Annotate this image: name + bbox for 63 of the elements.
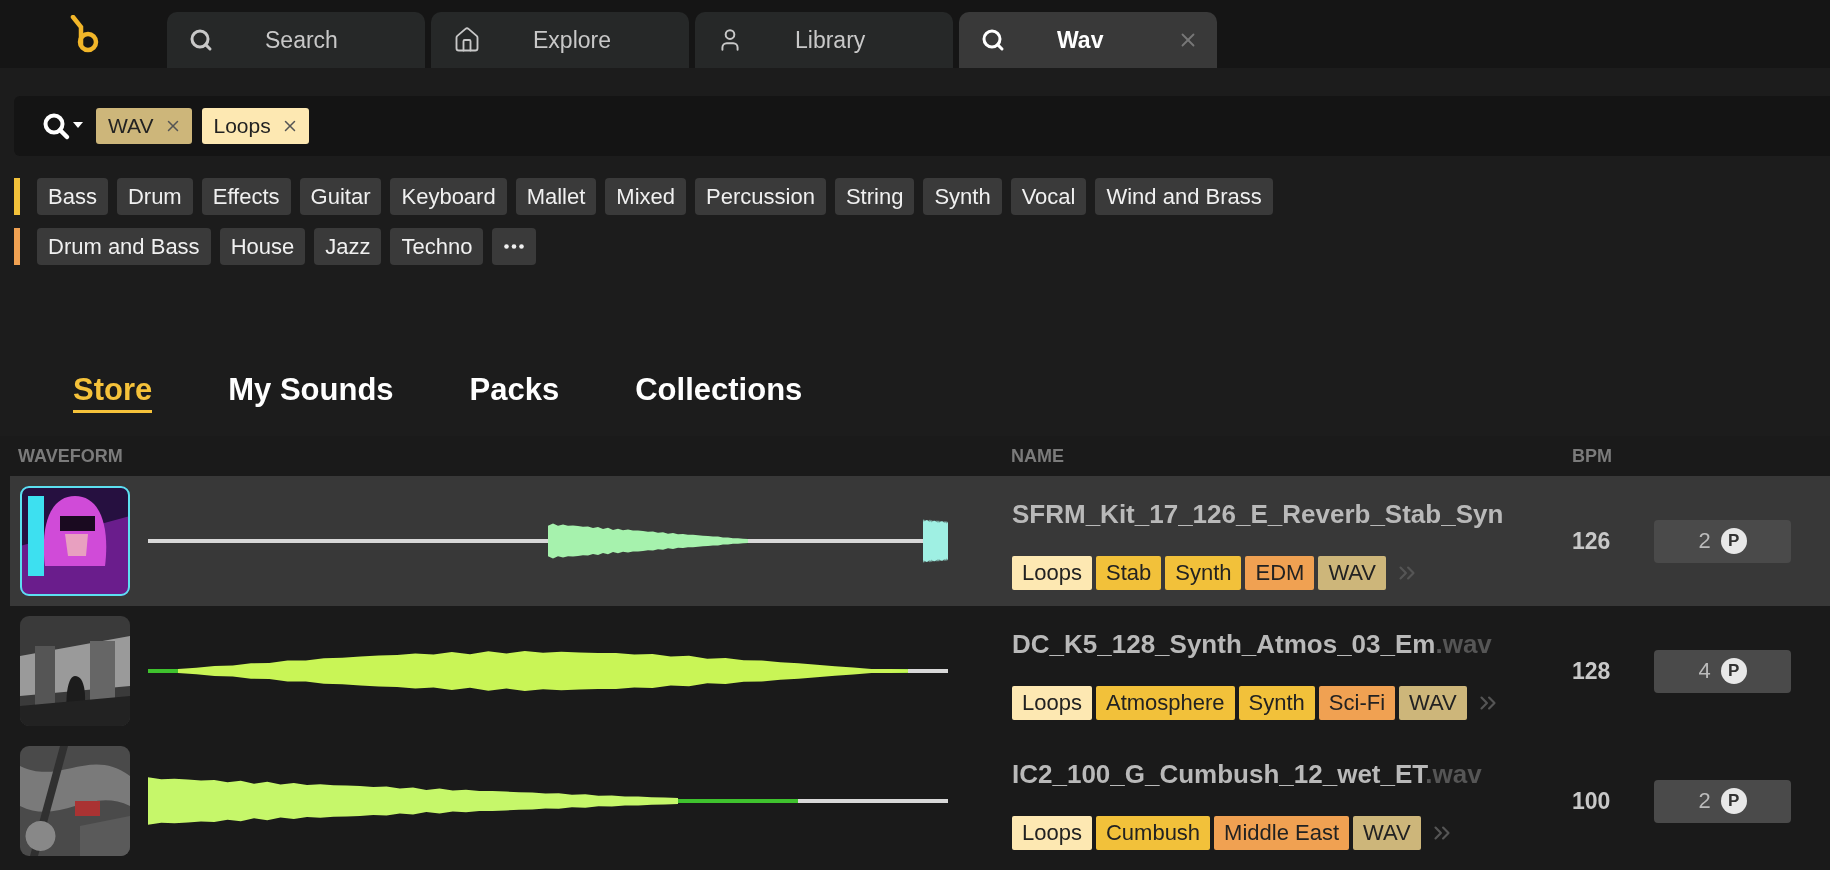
category-chip[interactable]: Effects <box>201 178 291 215</box>
category-chip[interactable]: Bass <box>37 178 108 215</box>
category-chip[interactable]: Mallet <box>515 178 597 215</box>
more-icon <box>504 244 525 249</box>
filter-tag[interactable]: WAV <box>96 108 192 144</box>
filter-tag[interactable]: Loops <box>201 108 309 144</box>
category-chip[interactable]: Drum <box>116 178 193 215</box>
sound-row[interactable]: IC2_100_G_Cumbush_12_wet_ET.wav Loops Cumbush Middle East WAV 100 2 P <box>10 736 1830 866</box>
section-tab[interactable]: Collections <box>635 370 803 413</box>
price-button[interactable]: 2 P <box>1654 779 1791 823</box>
search-icon <box>189 28 213 52</box>
sound-tag[interactable]: Loops <box>1012 685 1092 720</box>
search-bar[interactable]: WAV Loops <box>14 96 1830 156</box>
sound-name: SFRM_Kit_17_126_E_Reverb_Stab_Syn <box>1012 498 1505 530</box>
sound-name: DC_K5_128_Synth_Atmos_03_Em.wav <box>1012 628 1493 660</box>
price-button[interactable]: 4 P <box>1654 649 1791 693</box>
sound-tag[interactable]: Loops <box>1012 555 1092 590</box>
column-header: NAME <box>1011 445 1064 467</box>
category-chip[interactable]: Jazz <box>314 228 382 265</box>
category-chip[interactable]: Wind and Brass <box>1095 178 1273 215</box>
category-chip[interactable]: Synth <box>923 178 1002 215</box>
sound-tag[interactable]: Atmosphere <box>1095 685 1235 720</box>
sound-tag[interactable]: WAV <box>1318 555 1387 590</box>
category-chip[interactable]: Keyboard <box>390 178 507 215</box>
sound-tag[interactable]: Cumbush <box>1095 815 1211 850</box>
category-chip[interactable]: Mixed <box>605 178 687 215</box>
section-tab[interactable]: My Sounds <box>228 370 394 413</box>
category-chip[interactable]: Vocal <box>1010 178 1087 215</box>
tab[interactable]: Explore <box>431 12 689 68</box>
sound-row[interactable]: DC_K5_128_Synth_Atmos_03_Em.wav Loops Atmosphere Synth Sci-Fi WAV 128 4 P <box>10 606 1830 736</box>
more-button[interactable] <box>492 228 537 265</box>
section-tab[interactable]: Packs <box>469 370 560 413</box>
category-chip[interactable]: Techno <box>390 228 484 265</box>
column-header: BPM <box>1572 445 1612 467</box>
tab[interactable]: Wav <box>959 12 1217 68</box>
sound-tag[interactable]: Middle East <box>1214 815 1350 850</box>
category-chip[interactable]: House <box>219 228 306 265</box>
category-chip[interactable]: String <box>834 178 915 215</box>
sound-tag[interactable]: WAV <box>1353 815 1421 850</box>
sound-name: IC2_100_G_Cumbush_12_wet_ET.wav <box>1012 758 1483 790</box>
bpm-value: 100 <box>1572 787 1611 815</box>
sound-tag[interactable]: Stab <box>1095 555 1162 590</box>
category-chip[interactable]: Guitar <box>299 178 382 215</box>
sound-tag[interactable]: Synth <box>1238 685 1315 720</box>
sound-tag[interactable]: Synth <box>1165 555 1242 590</box>
tab[interactable]: Search <box>167 12 425 68</box>
price-button[interactable]: 2 P <box>1654 519 1791 563</box>
sound-tag[interactable]: Sci-Fi <box>1318 685 1396 720</box>
sound-tag[interactable]: WAV <box>1399 685 1467 720</box>
tab[interactable]: Library <box>695 12 953 68</box>
home-icon <box>453 26 481 54</box>
section-tab[interactable]: Store <box>73 370 153 413</box>
sound-tag[interactable]: EDM <box>1245 555 1315 590</box>
category-chip[interactable]: Percussion <box>695 178 826 215</box>
search-icon <box>981 28 1005 52</box>
bpm-value: 126 <box>1572 527 1611 555</box>
category-chip[interactable]: Drum and Bass <box>37 228 211 265</box>
bpm-value: 128 <box>1572 657 1611 685</box>
logo-icon <box>68 15 99 53</box>
search-menu-icon[interactable] <box>42 111 84 141</box>
column-header: WAVEFORM <box>18 445 123 467</box>
sound-tag[interactable]: Loops <box>1012 815 1092 850</box>
sound-row[interactable]: SFRM_Kit_17_126_E_Reverb_Stab_Syn Loops Stab Synth EDM WAV 126 2 P <box>10 476 1830 606</box>
